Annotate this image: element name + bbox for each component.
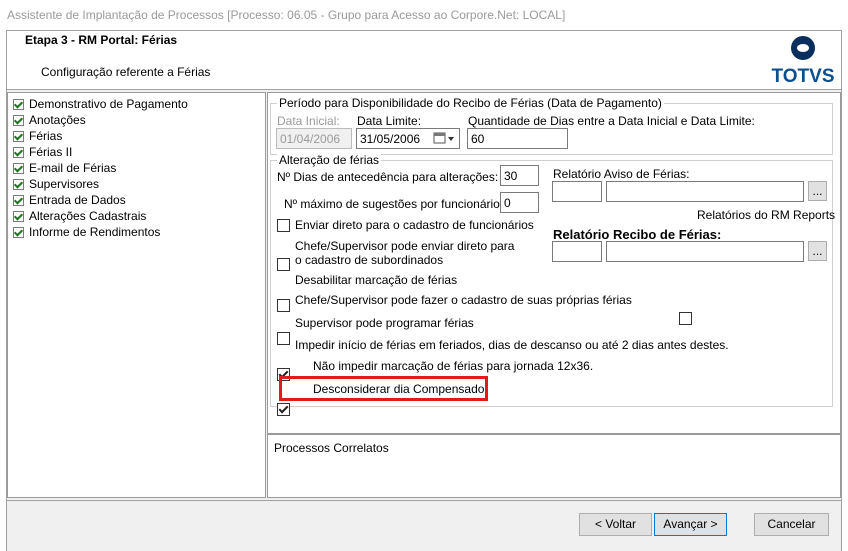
periodo-group-label: Período para Disponibilidade do Recibo d… [277, 96, 664, 110]
chefe-enviar-direto-checkbox[interactable] [277, 258, 290, 271]
impedir-inicio-label: Impedir início de férias em feriados, di… [295, 338, 729, 352]
relatorio-aviso-name-field[interactable] [606, 181, 804, 202]
totvs-logo: TOTVS [770, 34, 836, 87]
chefe-proprias-ferias-label: Chefe/Supervisor pode fazer o cadastro d… [295, 293, 632, 307]
relatorio-aviso-code-field[interactable] [552, 181, 602, 202]
dias-antecedencia-field[interactable]: 30 [500, 165, 539, 186]
check-icon [13, 226, 24, 238]
chefe-enviar-direto-label: Chefe/Supervisor pode enviar direto para… [295, 239, 515, 267]
data-inicial-field: 01/04/2006 [276, 128, 352, 149]
alteracao-group-label: Alteração de férias [277, 153, 382, 167]
check-icon [13, 178, 24, 190]
relatorio-recibo-label: Relatório Recibo de Férias: [553, 227, 722, 242]
tree-item-ferias-ii[interactable]: Férias II [13, 144, 72, 160]
next-button[interactable]: Avançar > [654, 513, 727, 536]
check-icon [13, 146, 24, 158]
tree-item-ferias[interactable]: Férias [13, 128, 63, 144]
tree-item-supervisores[interactable]: Supervisores [13, 176, 99, 192]
processos-correlatos-label: Processos Correlatos [274, 441, 389, 455]
qtd-dias-field[interactable]: 60 [467, 128, 568, 149]
relatorio-recibo-browse-button[interactable]: ... [808, 241, 827, 261]
desabilitar-marcacao-label: Desabilitar marcação de férias [295, 273, 458, 287]
step-subtitle: Configuração referente a Férias [41, 65, 211, 79]
relatorio-aviso-browse-button[interactable]: ... [808, 181, 827, 201]
desabilitar-marcacao-checkbox[interactable] [277, 299, 290, 312]
totvs-logo-icon: TOTVS [772, 36, 835, 87]
desconsiderar-compensado-label: Desconsiderar dia Compensado [313, 382, 485, 396]
relatorios-rm-reports-label: Relatórios do RM Reports [697, 208, 836, 222]
check-icon [13, 98, 24, 110]
chefe-proprias-ferias-checkbox[interactable] [277, 332, 290, 345]
tree-item-email-ferias[interactable]: E-mail de Férias [13, 160, 116, 176]
enviar-direto-label: Enviar direto para o cadastro de funcion… [295, 218, 534, 232]
tree-item-informe-rendimentos[interactable]: Informe de Rendimentos [13, 224, 160, 240]
data-inicial-label: Data Inicial: [277, 114, 340, 128]
tree-item-entrada-dados[interactable]: Entrada de Dados [13, 192, 126, 208]
check-icon [13, 210, 24, 222]
window-title: Assistente de Implantação de Processos [… [0, 0, 848, 30]
dias-antecedencia-label: Nº Dias de antecedência para alterações: [277, 170, 499, 184]
enviar-direto-checkbox[interactable] [277, 219, 290, 232]
calendar-icon [433, 132, 454, 144]
back-button[interactable]: < Voltar [579, 513, 652, 536]
cancel-button[interactable]: Cancelar [754, 513, 829, 536]
step-title: Etapa 3 - RM Portal: Férias [25, 33, 178, 47]
max-sugestoes-label: Nº máximo de sugestões por funcionário: [284, 197, 504, 211]
impedir-inicio-checkbox[interactable] [277, 403, 290, 416]
check-icon [13, 162, 24, 174]
check-icon [13, 114, 24, 126]
calendar-dropdown-button[interactable] [433, 131, 457, 146]
tree-item-demonstrativo[interactable]: Demonstrativo de Pagamento [13, 96, 188, 112]
relatorio-recibo-name-field[interactable] [606, 241, 804, 262]
tree-item-anotacoes[interactable]: Anotações [13, 112, 86, 128]
tree-item-alteracoes-cadastrais[interactable]: Alterações Cadastrais [13, 208, 146, 224]
check-icon [13, 194, 24, 206]
qtd-dias-label: Quantidade de Dias entre a Data Inicial … [468, 114, 755, 128]
max-sugestoes-field[interactable]: 0 [500, 192, 539, 213]
relatorios-rm-reports-checkbox[interactable] [679, 312, 692, 325]
nao-impedir-12x36-label: Não impedir marcação de férias para jorn… [313, 359, 594, 373]
relatorio-aviso-label: Relatório Aviso de Férias: [553, 167, 690, 181]
supervisor-programar-label: Supervisor pode programar férias [295, 316, 474, 330]
relatorio-recibo-code-field[interactable] [552, 241, 602, 262]
check-icon [13, 130, 24, 142]
data-limite-label: Data Limite: [357, 114, 422, 128]
logo-text: TOTVS [772, 66, 835, 86]
